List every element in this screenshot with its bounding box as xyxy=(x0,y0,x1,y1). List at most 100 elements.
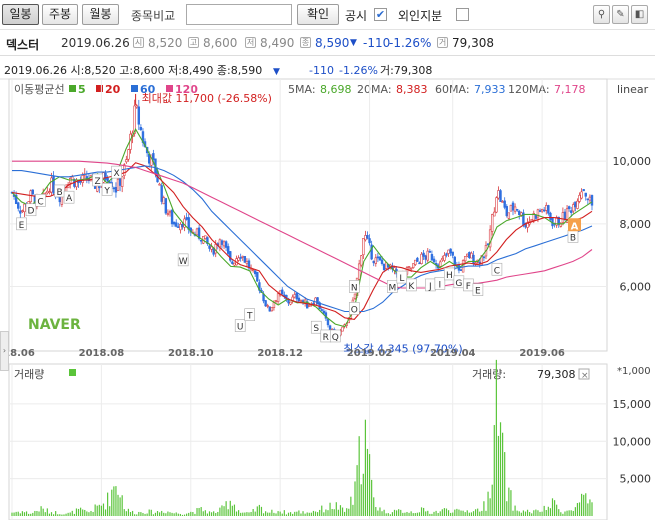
pattern-marker-label: F xyxy=(466,282,471,292)
candle-body xyxy=(220,240,224,245)
candle-body xyxy=(357,263,361,280)
candle-body xyxy=(308,305,311,307)
candle-body xyxy=(520,212,523,216)
candle-body xyxy=(293,294,296,298)
pattern-marker-label: E xyxy=(475,287,481,297)
legend-line: 2019.06.26 시:8,520 고:8,600 저:8,490 종:8,5… xyxy=(4,64,262,77)
volume-tick-label: 15,000 xyxy=(613,398,652,411)
ma-lines xyxy=(11,128,593,328)
pattern-marker-label: J xyxy=(428,282,432,292)
candle-body xyxy=(254,270,257,275)
confirm-button[interactable]: 확인 xyxy=(297,4,339,25)
candle-body xyxy=(170,209,174,225)
info-volume: 79,308 xyxy=(452,36,494,50)
candle-body xyxy=(368,238,371,244)
notice-checkbox[interactable]: ✔ xyxy=(374,8,387,21)
candle-body xyxy=(407,266,411,268)
candle-body xyxy=(590,195,594,206)
candle-body xyxy=(256,271,259,282)
candle-body xyxy=(470,252,473,259)
pattern-marker-label: T xyxy=(246,312,253,322)
candle-body xyxy=(52,175,55,194)
candle-body xyxy=(125,159,128,163)
candle-body xyxy=(276,293,280,302)
ma-legend-swatch xyxy=(69,85,76,92)
candle-body xyxy=(491,214,494,232)
pattern-marker-label: I xyxy=(439,280,442,290)
candle-body xyxy=(21,210,24,212)
volume-tick-label: 10,000 xyxy=(613,435,652,448)
candle-body xyxy=(243,255,247,263)
candle-body xyxy=(114,187,118,193)
candle-body xyxy=(576,200,579,209)
monthly-button[interactable]: 월봉 xyxy=(82,4,119,25)
candle-body xyxy=(545,205,548,211)
pattern-marker-label: Q xyxy=(332,333,339,343)
pattern-marker-label: C xyxy=(494,266,500,276)
candle-body xyxy=(48,191,51,194)
candle-body xyxy=(195,228,199,236)
pattern-marker-label: R xyxy=(323,333,329,343)
candle-body xyxy=(572,204,575,212)
candle-body xyxy=(511,202,515,211)
x-axis: 2018.062018.082018.102018.122019.022019.… xyxy=(0,348,565,359)
stock-chart: 2019.06.26 시:8,520 고:8,600 저:8,490 종:8,5… xyxy=(0,64,655,520)
candle-body xyxy=(123,164,126,176)
candle-body xyxy=(185,217,188,220)
candle-body xyxy=(289,301,292,305)
compare-input[interactable] xyxy=(186,4,292,25)
candle-body xyxy=(50,177,53,193)
volume-axis: 5,000 10,000 15,000 xyxy=(613,398,652,486)
stock-info-bar: 덱스터 2019.06.26 시 8,520 고 8,600 저 8,490 종… xyxy=(0,30,655,56)
candles xyxy=(10,99,594,341)
expand-arrow-icon[interactable]: › xyxy=(0,331,9,371)
candle-body xyxy=(222,241,226,247)
undo-icon[interactable]: ◧ xyxy=(631,5,648,24)
candle-body xyxy=(428,250,432,253)
info-change-pct: -1.26% xyxy=(389,36,432,50)
daily-button[interactable]: 일봉 xyxy=(2,4,39,25)
candle-body xyxy=(353,293,357,299)
candle-body xyxy=(588,196,592,201)
candle-body xyxy=(466,253,469,257)
candle-body xyxy=(580,191,583,199)
foreign-checkbox[interactable] xyxy=(456,8,469,21)
pattern-marker-label: N xyxy=(351,283,358,293)
scale-label[interactable]: linear xyxy=(617,83,649,96)
candle-body xyxy=(162,197,165,205)
candle-body xyxy=(175,222,178,227)
max-annotation: 최대값 11,700 (-26.58%) xyxy=(142,92,272,105)
candle-body xyxy=(297,297,301,302)
candle-body xyxy=(451,251,454,256)
info-open: 8,520 xyxy=(148,36,183,50)
candle-body xyxy=(422,252,425,257)
candle-body xyxy=(534,214,538,219)
candle-body xyxy=(160,185,163,202)
pattern-marker-label: C xyxy=(37,197,43,207)
ma-value-label: 120MA: xyxy=(508,83,550,96)
candle-body xyxy=(443,255,446,261)
candle-body xyxy=(366,234,369,239)
candle-body xyxy=(295,292,299,300)
weekly-button[interactable]: 주봉 xyxy=(42,4,78,25)
ma-values: 5MA:8,69820MA:8,38360MA:7,933120MA:7,178 xyxy=(288,83,586,96)
latest-flag-label: A xyxy=(571,221,579,232)
date-label: 2018.08 xyxy=(79,348,125,359)
pattern-marker-label: B xyxy=(570,233,576,243)
candle-body xyxy=(441,258,444,261)
volume-legend-swatch xyxy=(69,369,76,376)
pin-icon[interactable]: ⚲ xyxy=(593,5,610,24)
candle-body xyxy=(570,210,573,213)
candle-body xyxy=(586,198,590,201)
info-change: -110 xyxy=(363,36,391,50)
candle-body xyxy=(538,210,542,212)
candle-body xyxy=(360,255,363,266)
candle-body xyxy=(507,212,511,219)
candle-body xyxy=(23,203,26,213)
candle-body xyxy=(104,172,107,180)
info-date: 2019.06.26 xyxy=(61,36,130,50)
pen-icon[interactable]: ✎ xyxy=(612,5,629,24)
chart-area[interactable]: 2019.06.26 시:8,520 고:8,600 저:8,490 종:8,5… xyxy=(0,56,655,520)
candle-body xyxy=(266,305,269,307)
candle-body xyxy=(414,259,417,265)
